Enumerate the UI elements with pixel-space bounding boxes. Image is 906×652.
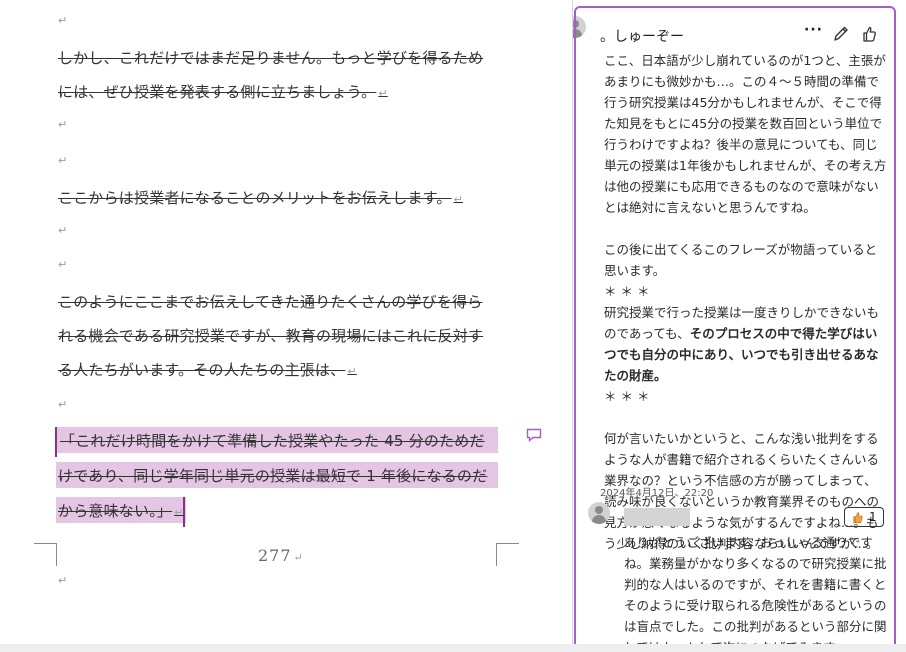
paragraph-mark: ↵ <box>58 224 68 237</box>
reply-text: ありがとうございます。おっしゃる通りですね。業務量がかなり多くなるので研究授業に… <box>624 535 887 644</box>
thumbs-up-icon[interactable] <box>860 24 878 44</box>
paragraph-mark: ↵ <box>58 118 68 131</box>
reply-author-redacted <box>624 508 690 526</box>
deleted-text-line[interactable]: しかし、これだけではまだ足りません。もっと学びを得るため <box>58 48 483 68</box>
more-actions-button[interactable]: ··· <box>804 22 823 42</box>
comments-pane[interactable]: 。しゅーぞー ··· ここ、日本語が少し崩れているのが1つと、主張があまりにも微… <box>573 0 906 644</box>
paragraph-mark: ↵ <box>58 574 68 587</box>
paragraph-mark: ↵ <box>58 154 68 167</box>
thumbs-up-icon <box>853 512 863 524</box>
comment-timestamp: 2024年4月12日、22:20 <box>600 488 714 499</box>
change-bar <box>55 427 57 457</box>
deleted-text-line[interactable]: このようにここまでお伝えしてきた通りたくさんの学びを得ら <box>58 292 482 312</box>
page-number: 277 ↵ <box>258 546 304 565</box>
paragraph-mark: ↵ <box>58 14 68 27</box>
edit-pencil-icon[interactable] <box>832 24 850 44</box>
highlighted-text-line[interactable]: から意味ない。」 ↵ <box>58 501 184 523</box>
comment-author: 。しゅーぞー <box>600 29 684 45</box>
reply-avatar <box>588 502 610 524</box>
like-count: 1 <box>869 510 877 524</box>
comment-text: ここ、日本語が少し崩れているのが1つと、主張があまりにも微妙かも…。この４～５時… <box>604 53 887 551</box>
document-page[interactable]: ↵ しかし、これだけではまだ足りません。もっと学びを得るため には、ぜひ授業を発… <box>0 0 572 644</box>
page-corner-mark <box>34 543 57 566</box>
deleted-text-line[interactable]: る人たちがいます。その人たちの主張は、 ↵ <box>58 360 357 382</box>
page-corner-mark <box>496 543 519 566</box>
highlighted-text-line[interactable]: 「これだけ時間をかけて準備した授業やたった 45 分のためだ <box>60 431 485 451</box>
comment-thread-card[interactable]: 。しゅーぞー ··· ここ、日本語が少し崩れているのが1つと、主張があまりにも微… <box>574 6 896 644</box>
highlighted-text-line[interactable]: けであり、同じ学年同じ単元の授業は最短で 1 年後になるのだ <box>58 466 487 486</box>
deleted-text-line[interactable]: には、ぜひ授業を発表する側に立ちましょう。 ↵ <box>58 82 388 104</box>
status-strip <box>0 644 906 652</box>
paragraph-mark: ↵ <box>58 258 68 271</box>
deleted-text-line[interactable]: れる機会である研究授業ですが、教育の現場にはこれに反対す <box>58 326 483 346</box>
like-button[interactable]: 1 <box>844 507 884 527</box>
comment-indicator-icon[interactable] <box>526 428 542 442</box>
deleted-text-line[interactable]: ここからは授業者になることのメリットをお伝えします。 ↵ <box>58 188 463 210</box>
paragraph-mark: ↵ <box>58 398 68 411</box>
